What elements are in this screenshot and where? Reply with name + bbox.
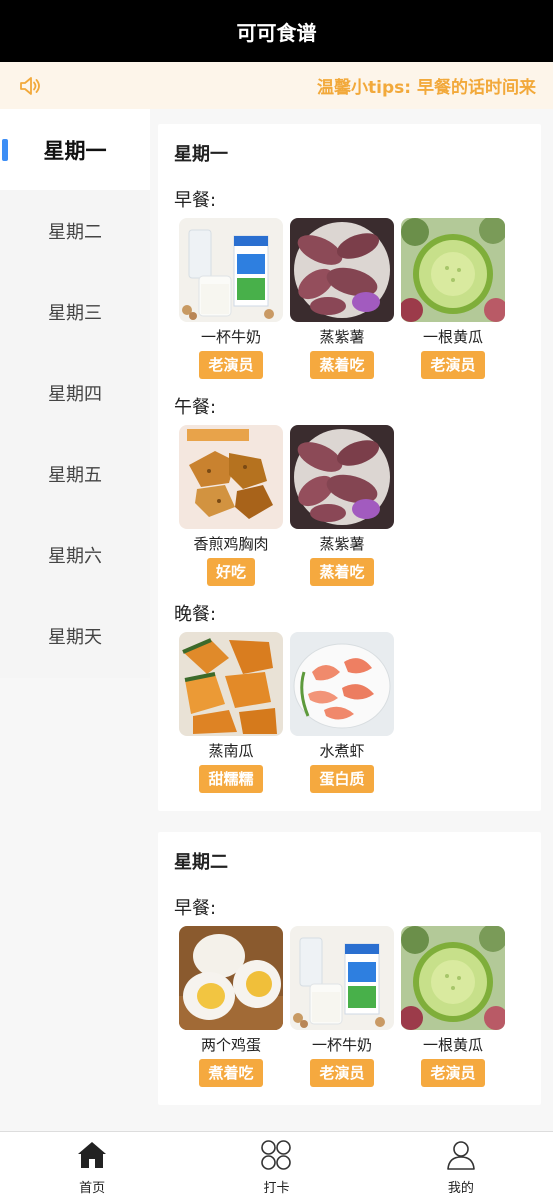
food-item[interactable]: 一根黄瓜 老演员 bbox=[401, 218, 505, 379]
meal-breakfast: 早餐: 一杯牛奶 老演员 蒸紫薯 蒸着吃 一根黄瓜 老演员 bbox=[158, 186, 541, 379]
sidebar-item-saturday[interactable]: 星期六 bbox=[0, 514, 150, 595]
food-tag: 好吃 bbox=[206, 558, 255, 586]
purple-sweet-potato-image bbox=[290, 425, 394, 529]
sidebar-item-label: 星期三 bbox=[48, 302, 102, 324]
food-tag: 煮着吃 bbox=[199, 1059, 263, 1087]
tab-mine[interactable]: 我的 bbox=[369, 1132, 553, 1197]
sidebar-item-friday[interactable]: 星期五 bbox=[0, 433, 150, 514]
food-item[interactable]: 蒸南瓜 甜糯糯 bbox=[179, 632, 283, 793]
meal-breakfast: 早餐: 两个鸡蛋 煮着吃 一杯牛奶 老演员 一根黄瓜 老演员 bbox=[158, 894, 541, 1087]
notice-text: 温馨小tips: 早餐的话时间来 bbox=[317, 78, 536, 98]
milk-image bbox=[179, 218, 283, 322]
cucumber-image bbox=[401, 218, 505, 322]
food-item[interactable]: 一根黄瓜 老演员 bbox=[401, 926, 505, 1087]
home-icon bbox=[78, 1142, 107, 1168]
sidebar-item-label: 星期一 bbox=[43, 138, 107, 163]
sidebar-item-monday[interactable]: 星期一 bbox=[0, 109, 150, 190]
sidebar-item-label: 星期四 bbox=[48, 383, 102, 405]
cucumber-image bbox=[401, 926, 505, 1030]
app-title: 可可食谱 bbox=[236, 20, 317, 45]
boiled-eggs-image bbox=[179, 926, 283, 1030]
tab-label: 我的 bbox=[447, 1181, 474, 1196]
sidebar-item-thursday[interactable]: 星期四 bbox=[0, 352, 150, 433]
food-tag: 老演员 bbox=[199, 351, 263, 379]
food-name: 两个鸡蛋 bbox=[200, 1036, 261, 1054]
chicken-breast-image bbox=[179, 425, 283, 529]
tab-label: 打卡 bbox=[263, 1181, 290, 1196]
purple-sweet-potato-image bbox=[290, 218, 394, 322]
food-list: 一杯牛奶 老演员 蒸紫薯 蒸着吃 一根黄瓜 老演员 bbox=[158, 218, 541, 379]
food-tag: 老演员 bbox=[310, 1059, 374, 1087]
food-item[interactable]: 两个鸡蛋 煮着吃 bbox=[179, 926, 283, 1087]
food-tag: 老演员 bbox=[421, 1059, 485, 1087]
user-icon bbox=[447, 1141, 475, 1170]
meal-lunch: 午餐: 香煎鸡胸肉 好吃 蒸紫薯 蒸着吃 bbox=[158, 393, 541, 586]
day-title: 星期一 bbox=[174, 144, 228, 165]
food-list: 两个鸡蛋 煮着吃 一杯牛奶 老演员 一根黄瓜 老演员 bbox=[158, 926, 541, 1087]
food-name: 一根黄瓜 bbox=[422, 328, 483, 346]
active-indicator bbox=[2, 139, 8, 161]
food-tag: 蒸着吃 bbox=[310, 558, 374, 586]
sidebar-item-label: 星期六 bbox=[48, 545, 102, 567]
sidebar-item-label: 星期天 bbox=[48, 626, 102, 648]
food-item[interactable]: 一杯牛奶 老演员 bbox=[179, 218, 283, 379]
sidebar-item-label: 星期二 bbox=[48, 221, 102, 243]
sidebar-item-label: 星期五 bbox=[48, 464, 102, 486]
tab-checkin[interactable]: 打卡 bbox=[184, 1132, 368, 1197]
weekday-sidebar: 星期一 星期二 星期三 星期四 星期五 星期六 星期天 bbox=[0, 109, 150, 678]
food-list: 蒸南瓜 甜糯糯 水煮虾 蛋白质 bbox=[158, 632, 541, 793]
food-name: 一根黄瓜 bbox=[422, 1036, 483, 1054]
tab-label: 首页 bbox=[79, 1181, 106, 1196]
food-name: 水煮虾 bbox=[319, 742, 365, 760]
food-tag: 老演员 bbox=[421, 351, 485, 379]
meal-title: 早餐: bbox=[174, 898, 217, 919]
notice-bar: 温馨小tips: 早餐的话时间来 bbox=[0, 62, 553, 109]
menu-content: 星期一 早餐: 一杯牛奶 老演员 蒸紫薯 蒸着吃 一根黄瓜 老演员 午餐: 香煎… bbox=[158, 109, 541, 1131]
sidebar-item-wednesday[interactable]: 星期三 bbox=[0, 271, 150, 352]
meal-title: 晚餐: bbox=[174, 604, 217, 625]
food-item[interactable]: 一杯牛奶 老演员 bbox=[290, 926, 394, 1087]
tab-home[interactable]: 首页 bbox=[0, 1132, 184, 1197]
meal-dinner: 晚餐: 蒸南瓜 甜糯糯 水煮虾 蛋白质 bbox=[158, 600, 541, 793]
food-tag: 蛋白质 bbox=[310, 765, 374, 793]
shrimp-image bbox=[290, 632, 394, 736]
food-item[interactable]: 蒸紫薯 蒸着吃 bbox=[290, 218, 394, 379]
meal-title: 早餐: bbox=[174, 190, 217, 211]
food-name: 香煎鸡胸肉 bbox=[193, 535, 269, 553]
sidebar-item-tuesday[interactable]: 星期二 bbox=[0, 190, 150, 271]
day-title: 星期二 bbox=[174, 852, 228, 873]
food-name: 蒸南瓜 bbox=[208, 742, 254, 760]
bottom-tab-bar: 首页 打卡 我的 bbox=[0, 1131, 553, 1197]
food-name: 一杯牛奶 bbox=[311, 1036, 372, 1054]
milk-image bbox=[290, 926, 394, 1030]
food-tag: 蒸着吃 bbox=[310, 351, 374, 379]
food-item[interactable]: 水煮虾 蛋白质 bbox=[290, 632, 394, 793]
food-name: 蒸紫薯 bbox=[319, 328, 365, 346]
day-card-tuesday: 星期二 早餐: 两个鸡蛋 煮着吃 一杯牛奶 老演员 一根黄瓜 老演员 bbox=[158, 832, 541, 1105]
food-list: 香煎鸡胸肉 好吃 蒸紫薯 蒸着吃 bbox=[158, 425, 541, 586]
food-item[interactable]: 香煎鸡胸肉 好吃 bbox=[179, 425, 283, 586]
day-card-monday: 星期一 早餐: 一杯牛奶 老演员 蒸紫薯 蒸着吃 一根黄瓜 老演员 午餐: 香煎… bbox=[158, 124, 541, 811]
speaker-icon bbox=[20, 77, 40, 95]
grid-icon bbox=[261, 1140, 292, 1170]
food-name: 蒸紫薯 bbox=[319, 535, 365, 553]
food-item[interactable]: 蒸紫薯 蒸着吃 bbox=[290, 425, 394, 586]
food-name: 一杯牛奶 bbox=[200, 328, 261, 346]
food-tag: 甜糯糯 bbox=[199, 765, 263, 793]
pumpkin-image bbox=[179, 632, 283, 736]
meal-title: 午餐: bbox=[174, 397, 217, 418]
app-title-bar: 可可食谱 bbox=[0, 0, 553, 62]
sidebar-item-sunday[interactable]: 星期天 bbox=[0, 595, 150, 676]
